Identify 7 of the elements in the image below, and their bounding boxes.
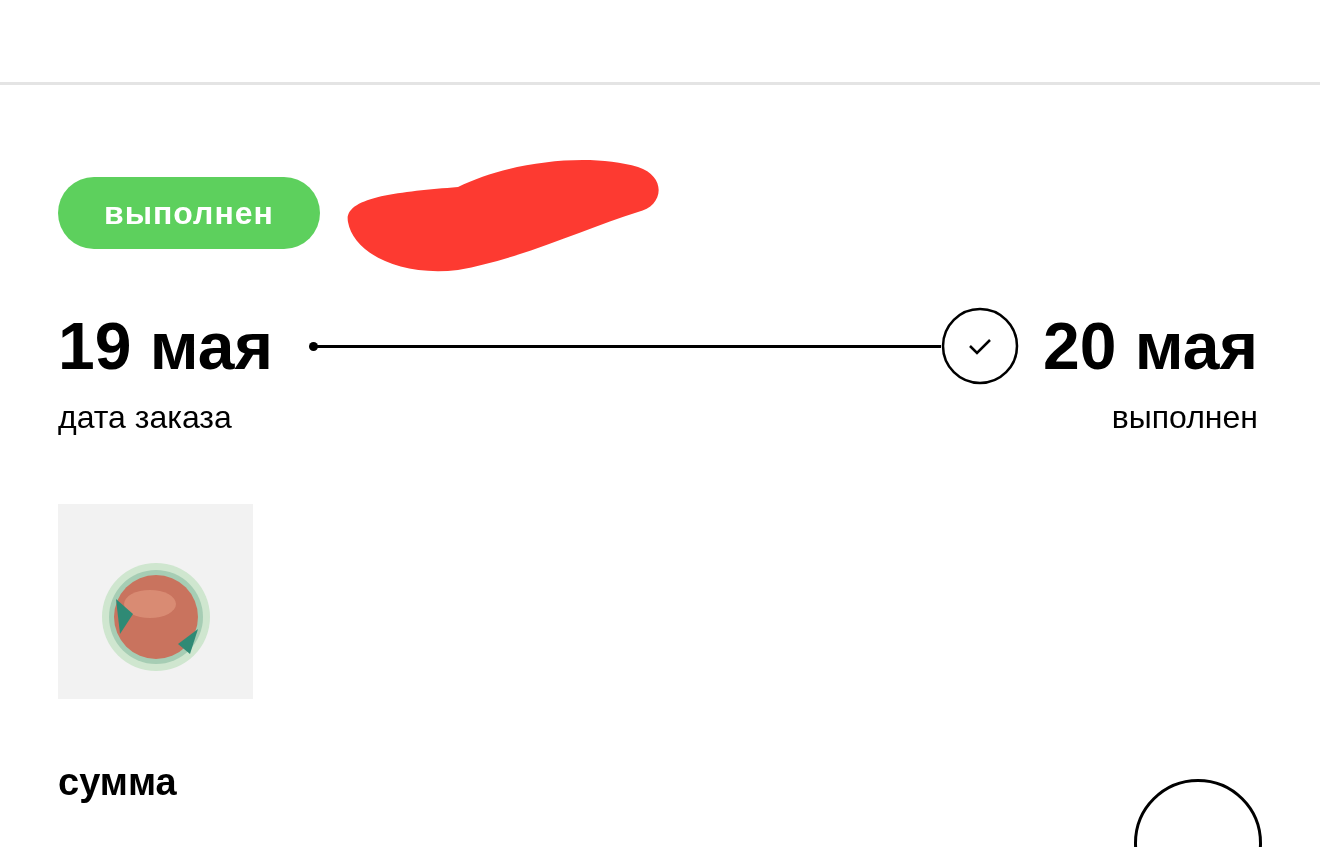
order-date-label: дата заказа <box>58 399 232 436</box>
sum-title: сумма <box>58 761 177 805</box>
timeline-dot <box>308 341 318 351</box>
completion-date: 20 мая <box>1043 308 1258 384</box>
order-date: 19 мая <box>58 308 273 384</box>
completion-label: выполнен <box>1111 399 1258 436</box>
status-badge: выполнен <box>58 177 320 249</box>
